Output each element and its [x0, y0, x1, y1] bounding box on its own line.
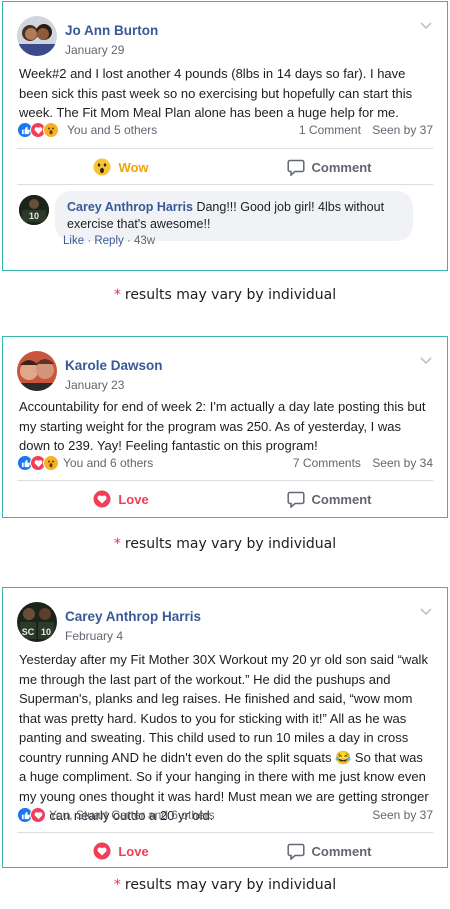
chevron-down-icon[interactable]: [419, 606, 433, 616]
post-text: Yesterday after my Fit Mother 30X Workou…: [19, 652, 429, 823]
post-date[interactable]: January 23: [65, 378, 124, 392]
post-text: Week#2 and I lost another 4 pounds (8lbs…: [19, 66, 413, 120]
comment-reply-link[interactable]: Reply: [94, 235, 123, 247]
comment-like-link[interactable]: Like: [63, 235, 84, 247]
divider: [17, 148, 433, 149]
divider: [17, 184, 433, 185]
seen-by[interactable]: Seen by 34: [372, 456, 433, 470]
comment-label: Comment: [311, 159, 372, 175]
comment-button[interactable]: Comment: [225, 482, 433, 516]
avatar[interactable]: [17, 351, 57, 391]
author-name[interactable]: Carey Anthrop Harris: [65, 609, 201, 624]
post-date[interactable]: February 4: [65, 629, 123, 643]
comment-age[interactable]: 43w: [134, 235, 155, 247]
heart-icon: [93, 490, 111, 508]
comment-bubble-icon: [286, 843, 305, 860]
disclaimer-text: results may vary by individual: [124, 287, 337, 303]
wow-label: Wow: [118, 159, 149, 175]
post-stats: You, Stuart Carter and 6 others Seen by …: [17, 807, 433, 825]
post-card-karole-dawson: Karole Dawson January 23 Accountability …: [2, 336, 448, 518]
comment-label: Comment: [311, 491, 372, 507]
svg-text:10: 10: [41, 627, 51, 637]
love-button[interactable]: Love: [17, 482, 225, 516]
svg-text:10: 10: [29, 211, 39, 221]
reactions-count[interactable]: You and 6 others: [63, 456, 153, 470]
post-actions: Love Comment: [17, 482, 433, 516]
comment-bubble-icon: [286, 159, 305, 176]
post-actions: Wow Comment: [17, 150, 433, 184]
disclaimer-star: *: [113, 877, 121, 893]
comment-meta: Like · Reply · 43w: [63, 235, 156, 247]
love-label: Love: [118, 843, 149, 859]
post-card-jo-ann-burton: Jo Ann Burton January 29 Week#2 and I lo…: [2, 1, 448, 271]
author-name[interactable]: Karole Dawson: [65, 358, 163, 373]
chevron-down-icon[interactable]: [419, 355, 433, 365]
post-stats: You and 6 others 7 Comments Seen by 34: [17, 455, 433, 473]
disclaimer: * results may vary by individual: [0, 287, 450, 303]
avatar[interactable]: SC 10: [17, 602, 57, 642]
wow-face-icon: [43, 455, 59, 471]
post-stats: You and 5 others 1 Comment Seen by 37: [17, 122, 433, 140]
comments-count[interactable]: 1 Comment: [299, 123, 361, 137]
seen-by[interactable]: Seen by 37: [372, 808, 433, 822]
post-text: Accountability for end of week 2: I'm ac…: [19, 399, 426, 453]
seen-by[interactable]: Seen by 37: [372, 123, 433, 137]
reaction-icons[interactable]: [17, 807, 46, 823]
reaction-icons[interactable]: [17, 122, 59, 138]
post-card-carey-anthrop-harris: SC 10 Carey Anthrop Harris February 4 Ye…: [2, 587, 448, 868]
wow-button[interactable]: Wow: [17, 150, 225, 184]
heart-icon: [30, 807, 46, 823]
chevron-down-icon[interactable]: [419, 20, 433, 30]
reaction-icons[interactable]: [17, 455, 59, 471]
reactions-count[interactable]: You and 5 others: [67, 123, 157, 137]
disclaimer-text: results may vary by individual: [124, 877, 337, 893]
comment-label: Comment: [311, 843, 372, 859]
wow-face-icon: [93, 158, 111, 176]
love-button[interactable]: Love: [17, 834, 225, 868]
heart-icon: [93, 842, 111, 860]
disclaimer: * results may vary by individual: [0, 536, 450, 552]
disclaimer-star: *: [113, 536, 121, 552]
divider: [17, 480, 433, 481]
disclaimer: * results may vary by individual: [0, 877, 450, 893]
disclaimer-text: results may vary by individual: [124, 536, 337, 552]
wow-face-icon: [43, 122, 59, 138]
disclaimer-star: *: [113, 287, 121, 303]
avatar[interactable]: [17, 16, 57, 56]
author-name[interactable]: Jo Ann Burton: [65, 23, 158, 38]
reactions-count[interactable]: You, Stuart Carter and 6 others: [49, 808, 215, 822]
divider: [17, 832, 433, 833]
post-date[interactable]: January 29: [65, 43, 124, 57]
comment-button[interactable]: Comment: [225, 150, 433, 184]
post-actions: Love Comment: [17, 834, 433, 868]
svg-text:SC: SC: [22, 627, 35, 637]
comment-bubble: Carey Anthrop Harris Dang!!! Good job gi…: [55, 191, 413, 241]
comment-button[interactable]: Comment: [225, 834, 433, 868]
commenter-name[interactable]: Carey Anthrop Harris: [67, 200, 193, 214]
comments-count[interactable]: 7 Comments: [293, 456, 361, 470]
commenter-avatar[interactable]: 10: [19, 195, 49, 225]
comment-bubble-icon: [286, 491, 305, 508]
love-label: Love: [118, 491, 149, 507]
